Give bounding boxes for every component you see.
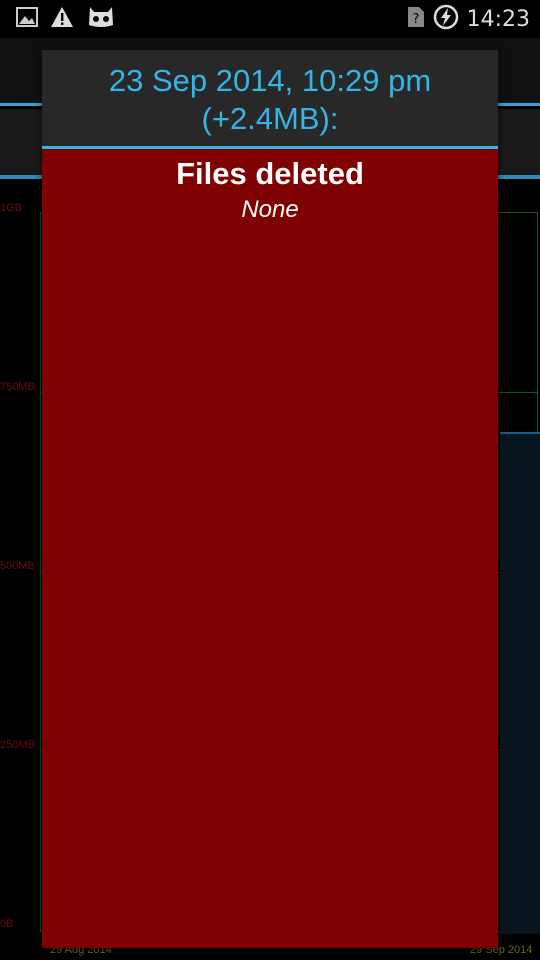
svg-text:?: ? xyxy=(412,12,419,27)
section-title: Files deleted xyxy=(176,156,364,191)
battery-charging-icon xyxy=(433,4,459,35)
status-time: 14:23 xyxy=(466,6,530,32)
cyanogenmod-icon xyxy=(86,5,116,34)
dialog-body[interactable]: Files deleted None xyxy=(42,149,498,225)
y-tick-label: 1GB xyxy=(0,202,23,214)
y-tick-label: 750MB xyxy=(0,381,35,393)
section-value: None xyxy=(241,196,299,223)
dialog-header: 23 Sep 2014, 10:29 pm (+2.4MB): xyxy=(42,50,498,149)
image-icon xyxy=(16,6,38,32)
dialog-title: 23 Sep 2014, 10:29 pm (+2.4MB): xyxy=(108,63,432,136)
warning-icon xyxy=(50,6,74,33)
y-tick-label: 500MB xyxy=(0,560,35,572)
y-tick-label: 250MB xyxy=(0,739,35,751)
no-sim-icon: ? xyxy=(407,6,425,33)
status-bar: ? 14:23 xyxy=(0,0,540,38)
chart-series-area xyxy=(500,432,540,934)
file-changes-dialog[interactable]: 23 Sep 2014, 10:29 pm (+2.4MB): Files de… xyxy=(42,50,498,948)
y-tick-label: 0B xyxy=(0,918,14,930)
